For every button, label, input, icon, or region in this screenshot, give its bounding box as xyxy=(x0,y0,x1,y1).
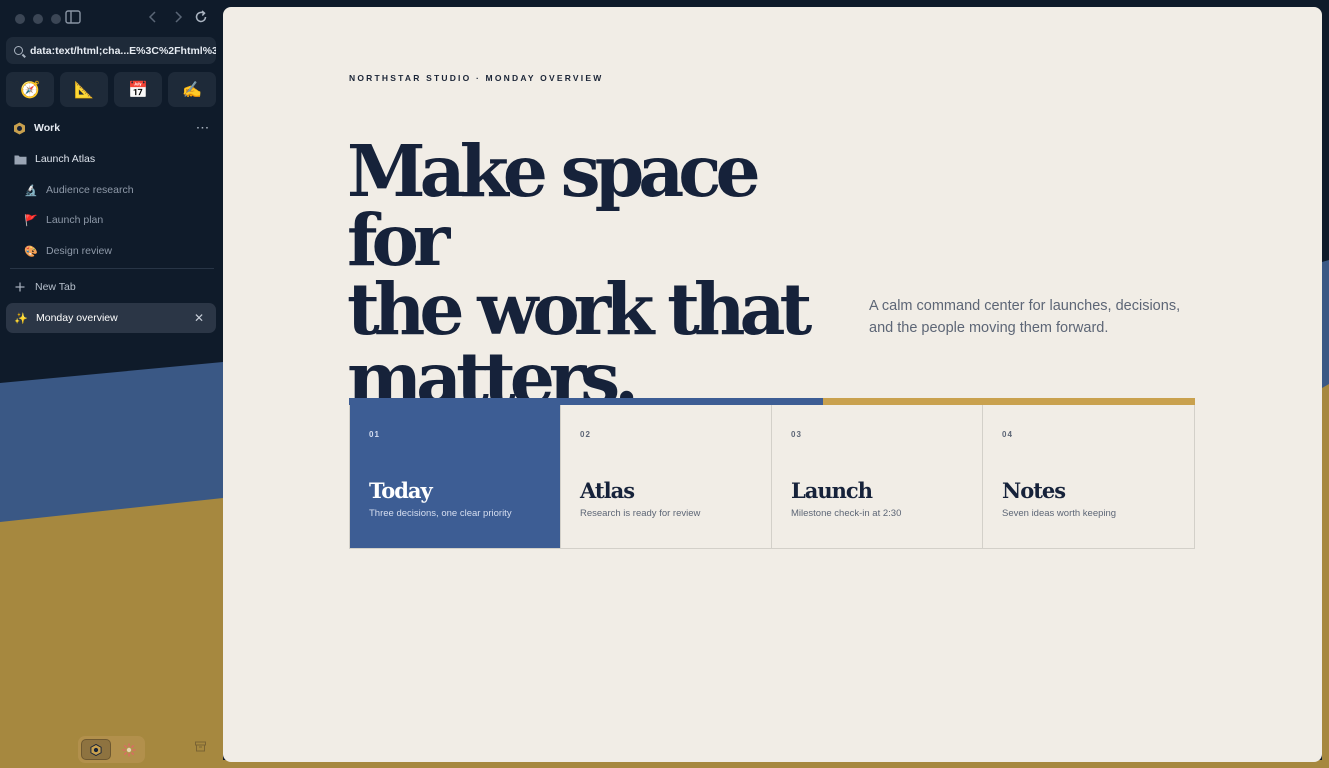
space-badge-icon xyxy=(12,121,26,135)
card-number: 01 xyxy=(369,430,380,439)
folder-icon xyxy=(13,152,27,166)
new-tab-button[interactable]: New Tab xyxy=(6,273,216,301)
page-lede: A calm command center for launches, deci… xyxy=(869,298,1181,336)
minimize-window-icon[interactable] xyxy=(33,14,43,24)
space-personal-icon[interactable] xyxy=(114,739,144,760)
window-controls[interactable] xyxy=(15,14,61,24)
card-number: 04 xyxy=(1002,430,1013,439)
pinned-quick-links: 🧭 📐 📅 ✍️ xyxy=(6,72,216,107)
overview-cards: 01 Today Three decisions, one clear prio… xyxy=(349,405,1195,549)
new-tab-label: New Tab xyxy=(35,281,76,293)
space-work-icon[interactable] xyxy=(81,739,111,760)
card-title: Atlas xyxy=(580,478,635,503)
close-tab-icon[interactable]: ✕ xyxy=(194,311,204,325)
tab-label: Design review xyxy=(46,245,112,257)
search-icon xyxy=(14,46,23,55)
calendar-icon[interactable]: 📅 xyxy=(114,72,162,107)
card-title: Launch xyxy=(791,478,873,503)
card-title: Today xyxy=(369,478,433,503)
palette-icon: 🎨 xyxy=(24,245,38,258)
card-title: Notes xyxy=(1002,478,1066,503)
space-header-work[interactable]: Work ··· xyxy=(6,114,216,142)
progress-remaining xyxy=(822,398,1195,405)
sidebar-divider xyxy=(10,268,214,269)
page-eyebrow: NORTHSTAR STUDIO · MONDAY OVERVIEW xyxy=(349,73,604,83)
more-options-icon[interactable]: ··· xyxy=(197,122,211,134)
tab-audience-research[interactable]: 🔬 Audience research xyxy=(6,176,216,204)
folder-name: Launch Atlas xyxy=(35,153,96,165)
tab-launch-plan[interactable]: 🚩 Launch plan xyxy=(6,206,216,234)
page-headline: Make space for the work that matters. xyxy=(347,129,827,414)
tab-label: Launch plan xyxy=(46,214,104,226)
sidebar-toggle-icon[interactable] xyxy=(64,10,82,28)
tab-label: Audience research xyxy=(46,184,134,196)
card-notes[interactable]: 04 Notes Seven ideas worth keeping xyxy=(983,405,1194,548)
forward-icon[interactable] xyxy=(169,10,187,28)
flag-icon: 🚩 xyxy=(24,214,38,227)
space-name: Work xyxy=(34,122,61,134)
compass-icon[interactable]: 🧭 xyxy=(6,72,54,107)
card-atlas[interactable]: 02 Atlas Research is ready for review xyxy=(561,405,772,548)
card-subtitle: Three decisions, one clear priority xyxy=(369,508,512,519)
zoom-window-icon[interactable] xyxy=(51,14,61,24)
card-today[interactable]: 01 Today Three decisions, one clear prio… xyxy=(350,405,561,548)
close-window-icon[interactable] xyxy=(15,14,25,24)
url-text: data:text/html;cha...E%3C%2Fhtml%3E xyxy=(30,44,216,57)
archive-icon[interactable] xyxy=(193,741,207,755)
card-subtitle: Seven ideas worth keeping xyxy=(1002,508,1117,519)
reload-icon[interactable] xyxy=(192,10,210,28)
back-icon[interactable] xyxy=(144,10,162,28)
card-subtitle: Research is ready for review xyxy=(580,508,701,519)
microscope-icon: 🔬 xyxy=(24,184,38,197)
headline-line: the work that xyxy=(347,267,812,351)
card-number: 02 xyxy=(580,430,591,439)
space-switcher xyxy=(78,736,145,763)
folder-launch-atlas[interactable]: Launch Atlas xyxy=(6,145,216,173)
progress-fill xyxy=(349,398,823,405)
sparkles-icon: ✨ xyxy=(14,312,28,325)
url-bar[interactable]: data:text/html;cha...E%3C%2Fhtml%3E xyxy=(6,37,216,64)
tab-monday-overview[interactable]: ✨ Monday overview ✕ xyxy=(6,303,216,333)
plus-icon xyxy=(13,280,27,294)
card-launch[interactable]: 03 Launch Milestone check-in at 2:30 xyxy=(772,405,983,548)
web-page-content: NORTHSTAR STUDIO · MONDAY OVERVIEW Make … xyxy=(223,7,1322,762)
card-subtitle: Milestone check-in at 2:30 xyxy=(791,508,902,519)
card-number: 03 xyxy=(791,430,802,439)
active-tab-label: Monday overview xyxy=(36,312,118,324)
headline-line: Make space for xyxy=(347,129,761,282)
ruler-icon[interactable]: 📐 xyxy=(60,72,108,107)
progress-bar xyxy=(349,398,1195,405)
writing-hand-icon[interactable]: ✍️ xyxy=(168,72,216,107)
tab-design-review[interactable]: 🎨 Design review xyxy=(6,237,216,265)
browser-sidebar: data:text/html;cha...E%3C%2Fhtml%3E 🧭 📐 … xyxy=(0,0,223,768)
